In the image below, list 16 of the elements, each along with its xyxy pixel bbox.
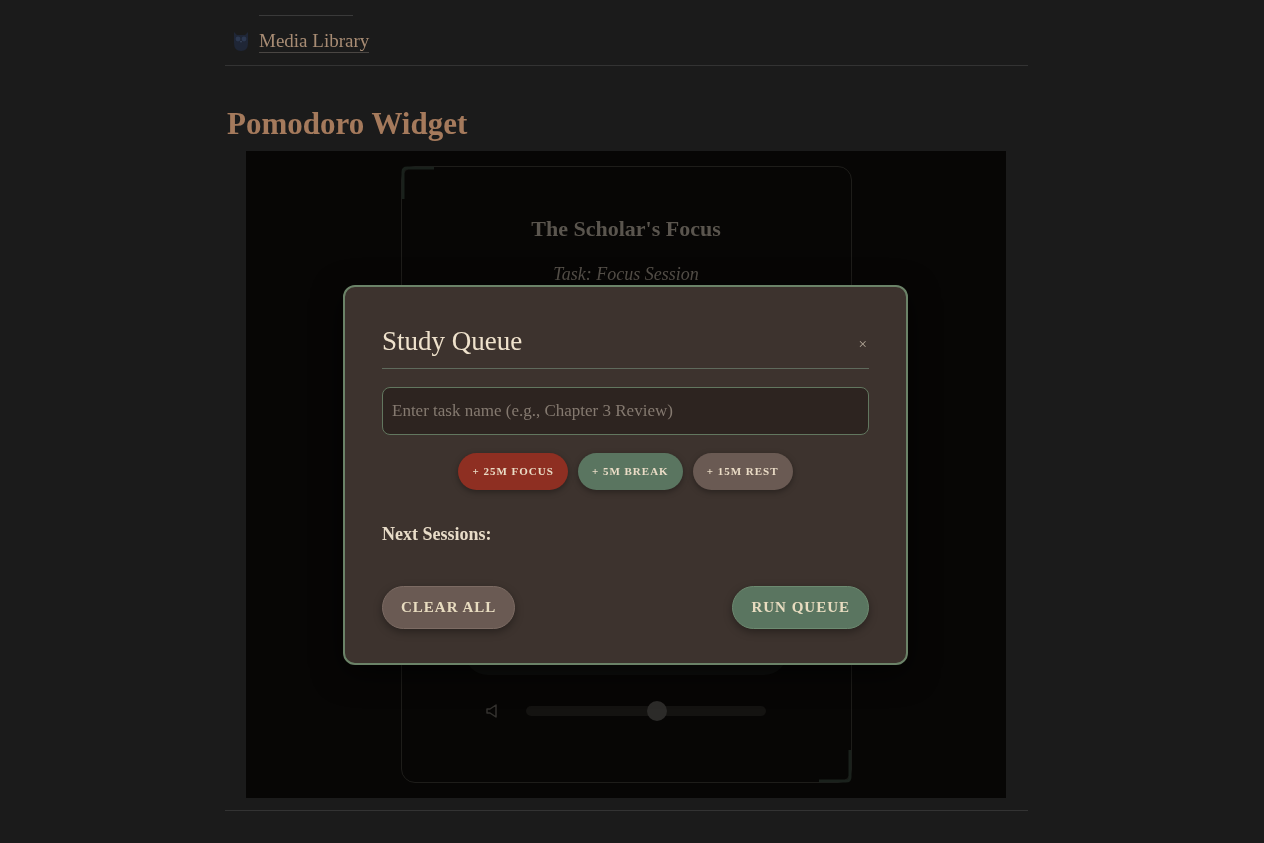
run-queue-button[interactable]: RUN QUEUE <box>732 586 869 629</box>
owl-icon <box>232 30 250 52</box>
clear-all-button[interactable]: CLEAR ALL <box>382 586 516 629</box>
volume-thumb[interactable] <box>647 701 667 721</box>
speaker-icon <box>486 704 498 718</box>
preset-chip[interactable]: + 15M REST <box>692 453 793 490</box>
media-library-link[interactable]: Media Library <box>259 29 370 53</box>
task-name-input[interactable]: Enter task name (e.g., Chapter 3 Review) <box>382 387 869 435</box>
task-label: Task: Focus Session <box>553 263 699 285</box>
close-button[interactable]: × <box>858 336 867 352</box>
section-label: Next Sessions: <box>382 523 492 545</box>
widget-title: The Scholar's Focus <box>531 215 721 243</box>
preset-chip[interactable]: + 5M BREAK <box>577 453 683 490</box>
preset-chip[interactable]: + 25M FOCUS <box>458 453 568 490</box>
page-heading: Pomodoro Widget <box>227 106 468 142</box>
dialog-title: Study Queue <box>382 325 523 357</box>
